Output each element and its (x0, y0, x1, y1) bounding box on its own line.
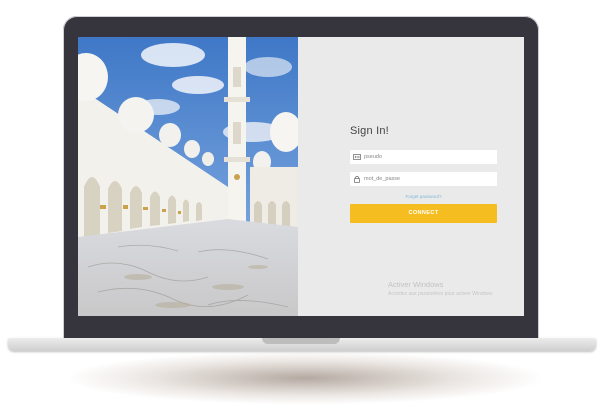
connect-button[interactable]: CONNECT (350, 204, 497, 223)
forgot-password-link[interactable]: Forget password? (350, 194, 497, 199)
laptop-shadow (70, 352, 540, 404)
activate-windows-subtitle: Accédez aux paramètres pour activer Wind… (388, 291, 493, 297)
laptop-screen: Sign In! Forget password? CONNECT Active… (78, 37, 524, 316)
id-card-icon (353, 153, 361, 161)
login-panel: Sign In! Forget password? CONNECT Active… (298, 37, 524, 316)
laptop-base-notch (262, 338, 340, 344)
signin-title: Sign In! (350, 125, 389, 137)
activate-windows-title: Activer Windows (388, 280, 444, 289)
password-input[interactable] (350, 172, 497, 186)
lock-icon (353, 175, 361, 183)
username-input[interactable] (350, 150, 497, 164)
mosque-photo (78, 37, 298, 316)
